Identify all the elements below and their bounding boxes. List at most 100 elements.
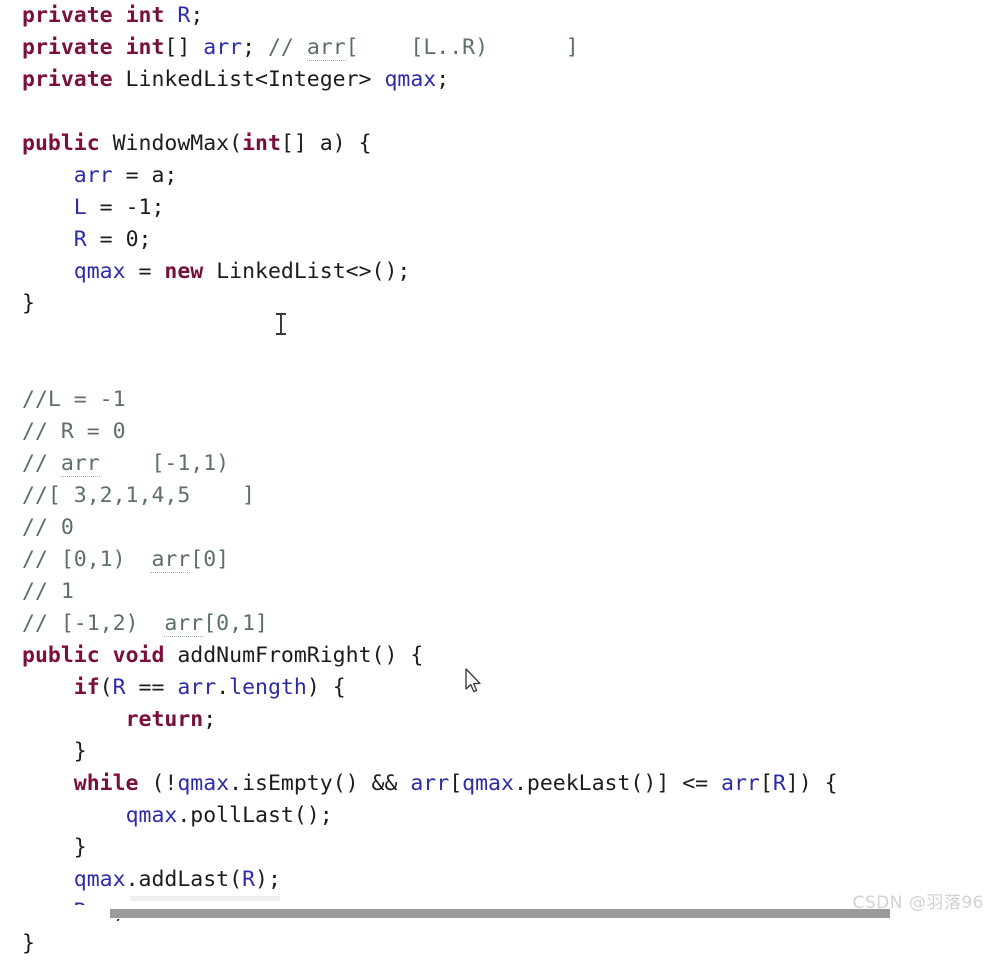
code-line[interactable]: qmax = new LinkedList<>(); [0, 256, 998, 288]
code-line[interactable]: return; [0, 704, 998, 736]
code-token-field: arr [203, 35, 243, 60]
code-line[interactable]: //L = -1 [0, 384, 998, 416]
code-token-kw: private [22, 67, 113, 92]
code-token-plain: == [125, 675, 178, 700]
code-token-plain: LinkedList<Integer> [112, 67, 385, 92]
code-token-plain: ) { [306, 675, 346, 700]
code-line[interactable]: qmax.pollLast(); [0, 800, 998, 832]
code-line[interactable]: } [0, 288, 998, 320]
code-token-plain: } [22, 835, 87, 860]
code-line[interactable]: // R = 0 [0, 416, 998, 448]
code-line[interactable]: arr = a; [0, 160, 998, 192]
code-token-field: R [73, 227, 87, 252]
code-line[interactable] [0, 320, 998, 352]
code-line[interactable]: // [0,1) arr[0] [0, 544, 998, 576]
code-token-plain: LinkedList<>(); [203, 259, 411, 284]
code-token-plain: . [216, 675, 230, 700]
code-token-field: qmax [125, 803, 178, 828]
code-line[interactable] [0, 352, 998, 384]
code-token-cmt-id: arr [164, 611, 204, 637]
code-line[interactable]: public void addNumFromRight() { [0, 640, 998, 672]
code-line[interactable]: L = -1; [0, 192, 998, 224]
code-token-comment: // R = 0 [22, 419, 126, 444]
code-token-field: R [242, 867, 256, 892]
code-token-plain: WindowMax( [99, 131, 243, 156]
code-token-comment: // [0,1) [22, 547, 152, 572]
code-token-plain: .addLast( [125, 867, 243, 892]
code-token-field: arr [721, 771, 760, 796]
code-token-plain: ; [190, 3, 204, 28]
render-artifact-strip [130, 896, 280, 901]
code-editor[interactable]: private int R; private int[] arr; // arr[… [0, 0, 998, 956]
code-token-comment: // [267, 35, 307, 60]
code-line[interactable]: R = 0; [0, 224, 998, 256]
horizontal-scrollbar-thumb[interactable] [110, 909, 890, 918]
code-token-plain: .peekLast()] <= [513, 771, 722, 796]
code-token-plain: [] a) { [280, 131, 372, 156]
code-token-plain: ; [242, 35, 268, 60]
code-line[interactable]: qmax.addLast(R); [0, 864, 998, 896]
code-token-plain: (! [138, 771, 178, 796]
code-line[interactable]: if(R == arr.length) { [0, 672, 998, 704]
code-token-kw: public [22, 131, 100, 156]
code-line[interactable]: private int R; [0, 0, 998, 32]
code-line[interactable]: private LinkedList<Integer> qmax; [0, 64, 998, 96]
code-token-plain: = -1; [86, 195, 165, 220]
code-token-field: R [112, 675, 126, 700]
code-line[interactable]: } [0, 928, 998, 960]
code-token-plain: ; [436, 67, 450, 92]
code-token-plain: addNumFromRight() { [164, 643, 424, 668]
code-token-plain: [] [164, 35, 204, 60]
code-lines-container[interactable]: private int R; private int[] arr; // arr[… [0, 0, 998, 960]
code-token-kw: int [125, 35, 165, 60]
code-line[interactable]: private int[] arr; // arr[ [L..R) ] [0, 32, 998, 64]
code-token-field: qmax [384, 67, 437, 92]
code-token-plain: = 0; [86, 227, 152, 252]
code-token-comment: [0] [190, 547, 230, 572]
code-token-kw: private [22, 3, 113, 28]
code-token-comment: //[ 3,2,1,4,5 ] [22, 483, 255, 508]
code-line[interactable]: //[ 3,2,1,4,5 ] [0, 480, 998, 512]
code-token-comment: // 0 [22, 515, 74, 540]
code-token-plain: .isEmpty() && [229, 771, 411, 796]
code-token-plain: [ [449, 771, 463, 796]
code-token-plain: } [22, 931, 35, 956]
code-line[interactable]: // [-1,2) arr[0,1] [0, 608, 998, 640]
code-token-plain: = [125, 259, 165, 284]
code-token-plain: ]) { [785, 771, 838, 796]
code-line[interactable]: // 0 [0, 512, 998, 544]
code-token-field: qmax [73, 867, 126, 892]
code-token-comment: [-1,1) [99, 451, 230, 476]
code-token-plain: ); [255, 867, 281, 892]
code-line[interactable]: while (!qmax.isEmpty() && arr[qmax.peekL… [0, 768, 998, 800]
code-line[interactable]: } [0, 736, 998, 768]
code-token-field: length [229, 675, 307, 700]
code-line[interactable]: // arr [-1,1) [0, 448, 998, 480]
code-token-field: arr [410, 771, 450, 796]
code-line[interactable]: } [0, 832, 998, 864]
horizontal-scrollbar[interactable] [0, 905, 998, 919]
code-token-field: qmax [462, 771, 514, 796]
code-token-kw: return [125, 707, 204, 732]
code-token-kw: private [22, 35, 113, 60]
code-line[interactable]: public WindowMax(int[] a) { [0, 128, 998, 160]
code-line[interactable]: // 1 [0, 576, 998, 608]
code-token-plain: } [22, 291, 35, 316]
code-token-field: arr [73, 163, 113, 188]
code-token-kw: if [73, 675, 100, 700]
code-line[interactable] [0, 96, 998, 128]
code-token-plain: ( [99, 675, 113, 700]
code-token-plain: = a; [112, 163, 178, 188]
watermark-label: CSDN @羽落96 [852, 893, 984, 913]
